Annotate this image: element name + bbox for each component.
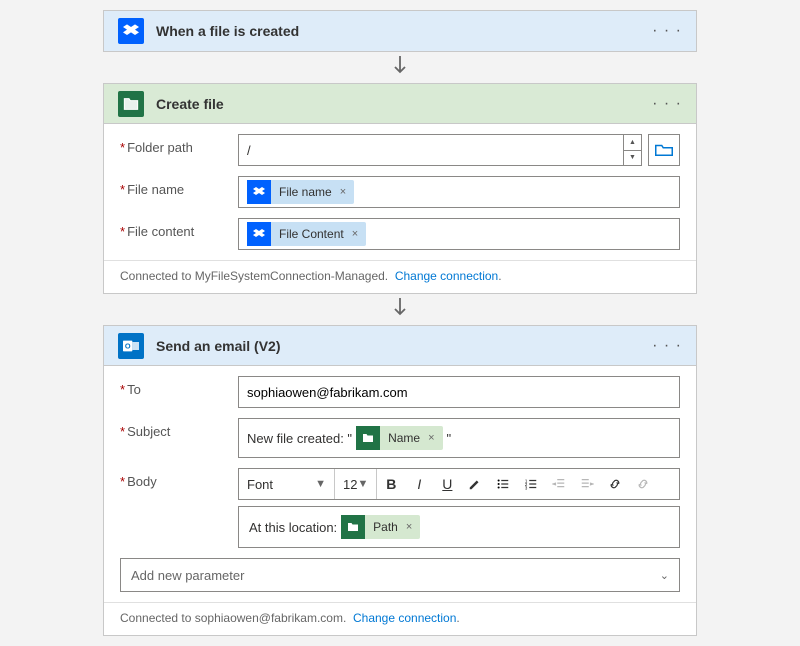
email-header[interactable]: O Send an email (V2) · · · bbox=[104, 326, 696, 366]
rich-text-toolbar: Font▼ 12▼ B I U 123 bbox=[238, 468, 680, 500]
folder-step-up[interactable]: ▲ bbox=[624, 135, 641, 151]
dropbox-icon bbox=[118, 18, 144, 44]
file-system-icon bbox=[341, 515, 365, 539]
body-label: *Body bbox=[120, 468, 238, 489]
body-input[interactable]: At this location: Path × bbox=[238, 506, 680, 548]
to-label: *To bbox=[120, 376, 238, 397]
flow-arrow bbox=[0, 56, 800, 79]
folder-step-down[interactable]: ▼ bbox=[624, 151, 641, 166]
dropbox-icon bbox=[247, 222, 271, 246]
file-content-input[interactable]: File Content × bbox=[238, 218, 680, 250]
bold-button[interactable]: B bbox=[377, 469, 405, 499]
chevron-down-icon: ⌄ bbox=[660, 569, 669, 582]
file-content-token[interactable]: File Content × bbox=[247, 222, 366, 246]
outlook-icon: O bbox=[118, 333, 144, 359]
indent-button[interactable] bbox=[573, 469, 601, 499]
remove-token-button[interactable]: × bbox=[426, 432, 442, 444]
subject-label: *Subject bbox=[120, 418, 238, 439]
trigger-menu-button[interactable]: · · · bbox=[652, 22, 682, 40]
create-file-card: Create file · · · *Folder path / ▲ ▼ bbox=[103, 83, 697, 294]
connection-footer: Connected to MyFileSystemConnection-Mana… bbox=[104, 260, 696, 293]
svg-text:O: O bbox=[125, 341, 131, 350]
add-parameter-select[interactable]: Add new parameter⌄ bbox=[120, 558, 680, 592]
email-title: Send an email (V2) bbox=[156, 338, 652, 354]
email-menu-button[interactable]: · · · bbox=[652, 337, 682, 355]
link-button[interactable] bbox=[601, 469, 629, 499]
create-file-title: Create file bbox=[156, 96, 652, 112]
folder-browse-button[interactable] bbox=[648, 134, 680, 166]
file-system-icon bbox=[118, 91, 144, 117]
folder-path-label: *Folder path bbox=[120, 134, 238, 155]
trigger-title: When a file is created bbox=[156, 23, 652, 39]
remove-token-button[interactable]: × bbox=[350, 228, 366, 240]
file-name-token[interactable]: File name × bbox=[247, 180, 354, 204]
to-input[interactable] bbox=[238, 376, 680, 408]
file-system-icon bbox=[356, 426, 380, 450]
trigger-header[interactable]: When a file is created · · · bbox=[104, 11, 696, 51]
italic-button[interactable]: I bbox=[405, 469, 433, 499]
svg-text:3: 3 bbox=[525, 485, 528, 490]
change-connection-link[interactable]: Change connection bbox=[395, 269, 498, 283]
dropbox-icon bbox=[247, 180, 271, 204]
unlink-button[interactable] bbox=[629, 469, 657, 499]
bullet-list-button[interactable] bbox=[489, 469, 517, 499]
email-card: O Send an email (V2) · · · *To *Subject … bbox=[103, 325, 697, 636]
trigger-card: When a file is created · · · bbox=[103, 10, 697, 52]
subject-input[interactable]: New file created: " Name × " bbox=[238, 418, 680, 458]
font-select[interactable]: Font▼ bbox=[239, 469, 335, 499]
flow-arrow bbox=[0, 298, 800, 321]
file-content-label: *File content bbox=[120, 218, 238, 239]
remove-token-button[interactable]: × bbox=[404, 521, 420, 533]
name-token[interactable]: Name × bbox=[356, 426, 442, 450]
change-connection-link[interactable]: Change connection bbox=[353, 611, 456, 625]
font-size-select[interactable]: 12▼ bbox=[335, 469, 377, 499]
remove-token-button[interactable]: × bbox=[338, 186, 354, 198]
folder-path-input[interactable]: / ▲ ▼ bbox=[238, 134, 642, 166]
highlight-button[interactable] bbox=[461, 469, 489, 499]
path-token[interactable]: Path × bbox=[341, 515, 420, 539]
underline-button[interactable]: U bbox=[433, 469, 461, 499]
file-name-label: *File name bbox=[120, 176, 238, 197]
number-list-button[interactable]: 123 bbox=[517, 469, 545, 499]
create-file-menu-button[interactable]: · · · bbox=[652, 95, 682, 113]
create-file-header[interactable]: Create file · · · bbox=[104, 84, 696, 124]
outdent-button[interactable] bbox=[545, 469, 573, 499]
file-name-input[interactable]: File name × bbox=[238, 176, 680, 208]
connection-footer: Connected to sophiaowen@fabrikam.com. Ch… bbox=[104, 602, 696, 635]
